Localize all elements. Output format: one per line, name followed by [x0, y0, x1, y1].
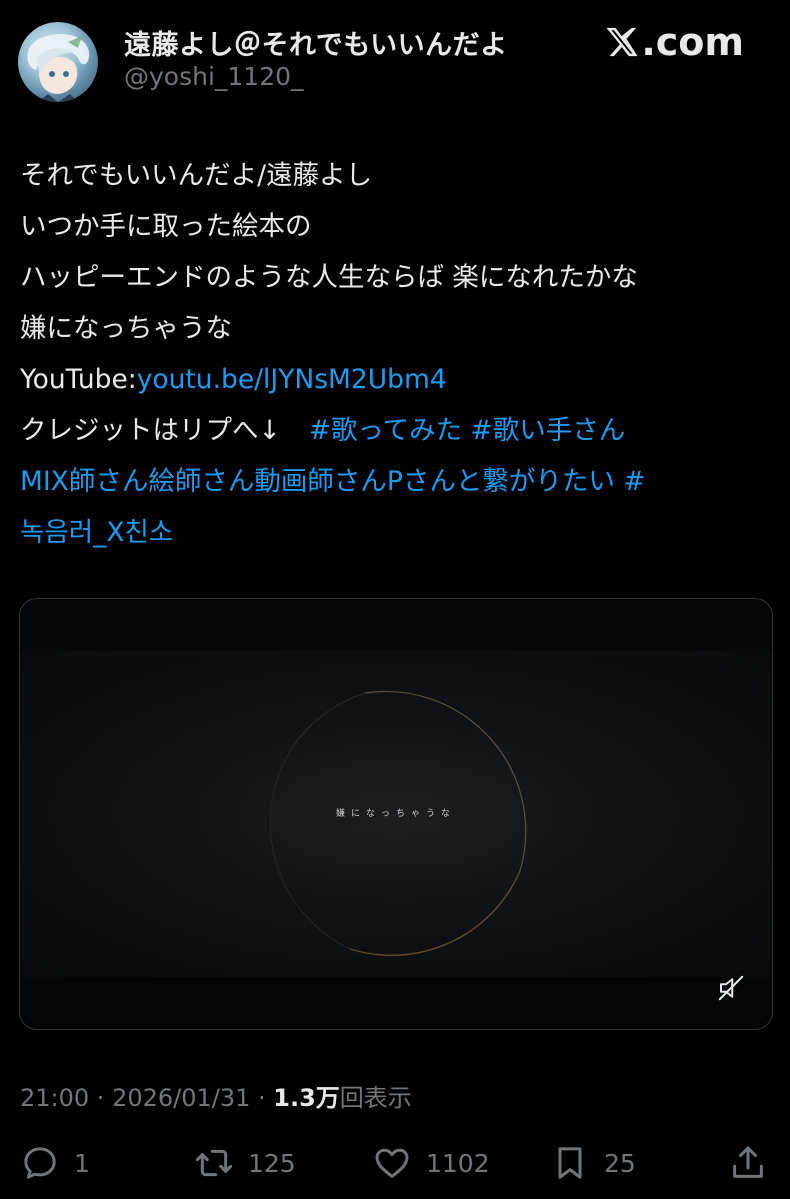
- brand-text: .com: [641, 20, 744, 64]
- avatar[interactable]: [18, 22, 98, 102]
- retweet-icon: [195, 1149, 233, 1177]
- hashtag-link[interactable]: #歌ってみた #歌い手さん: [309, 415, 626, 446]
- youtube-link[interactable]: youtu.be/lJYNsM2Ubm4: [137, 364, 447, 395]
- retweet-button[interactable]: 125: [194, 1140, 296, 1186]
- bookmark-count: 25: [604, 1148, 636, 1178]
- tweet-line: いつか手に取った絵本の: [20, 211, 312, 242]
- x-logo-icon: [606, 27, 638, 57]
- retweet-count: 125: [248, 1148, 296, 1178]
- view-label: 回表示: [339, 1084, 412, 1112]
- video-caption: 嫌になっちゃうな: [335, 809, 456, 819]
- avatar-illustration: [27, 34, 90, 102]
- meta-separator: ·: [250, 1084, 274, 1112]
- share-button[interactable]: [728, 1140, 768, 1186]
- x-brand-logo: .com: [605, 20, 744, 64]
- bookmark-icon: [558, 1147, 582, 1179]
- tweet-meta: 21:00 · 2026/01/31 · 1.3万回表示: [20, 1078, 412, 1113]
- tweet-line: 嫌になっちゃうな: [20, 313, 232, 344]
- hashtag-link[interactable]: 녹음러_X친소: [20, 507, 775, 558]
- share-icon: [733, 1146, 763, 1178]
- reply-count: 1: [74, 1148, 90, 1178]
- credit-line: クレジットはリプへ↓ #歌ってみた #歌い手さん: [20, 405, 775, 456]
- youtube-prefix: YouTube:: [20, 364, 137, 395]
- volume-muted-icon[interactable]: [716, 973, 746, 1003]
- display-name[interactable]: 遠藤よし＠それでもいいんだよ: [124, 23, 508, 62]
- youtube-line: YouTube:youtu.be/lJYNsM2Ubm4: [20, 354, 775, 405]
- meta-separator: ·: [89, 1084, 113, 1112]
- credit-text: クレジットはリプへ↓: [20, 415, 281, 446]
- reply-icon: [24, 1147, 56, 1179]
- tweet-text: それでもいいんだよ/遠藤よし いつか手に取った絵本の ハッピーエンドのような人生…: [20, 150, 775, 558]
- reply-button[interactable]: 1: [20, 1140, 90, 1186]
- video-player[interactable]: 嫌になっちゃうな: [19, 598, 773, 1030]
- view-count[interactable]: 1.3万: [273, 1084, 340, 1112]
- tweet-line: それでもいいんだよ/遠藤よし: [20, 160, 373, 191]
- like-button[interactable]: 1102: [372, 1140, 490, 1186]
- bookmark-button[interactable]: 25: [550, 1140, 636, 1186]
- like-count: 1102: [426, 1148, 490, 1178]
- tweet-line: ハッピーエンドのような人生ならば 楽になれたかな: [20, 262, 638, 293]
- tweet-time[interactable]: 21:00: [20, 1084, 89, 1112]
- user-handle[interactable]: @yoshi_1120_: [124, 62, 304, 91]
- hashtag-link[interactable]: MIX師さん絵師さん動画師さんPさんと繋がりたい #: [20, 456, 775, 507]
- video-frame: 嫌になっちゃうな: [20, 651, 772, 977]
- tweet-date[interactable]: 2026/01/31: [112, 1084, 250, 1112]
- heart-icon: [375, 1148, 409, 1178]
- action-bar: 1 125 1102 25: [0, 1140, 790, 1186]
